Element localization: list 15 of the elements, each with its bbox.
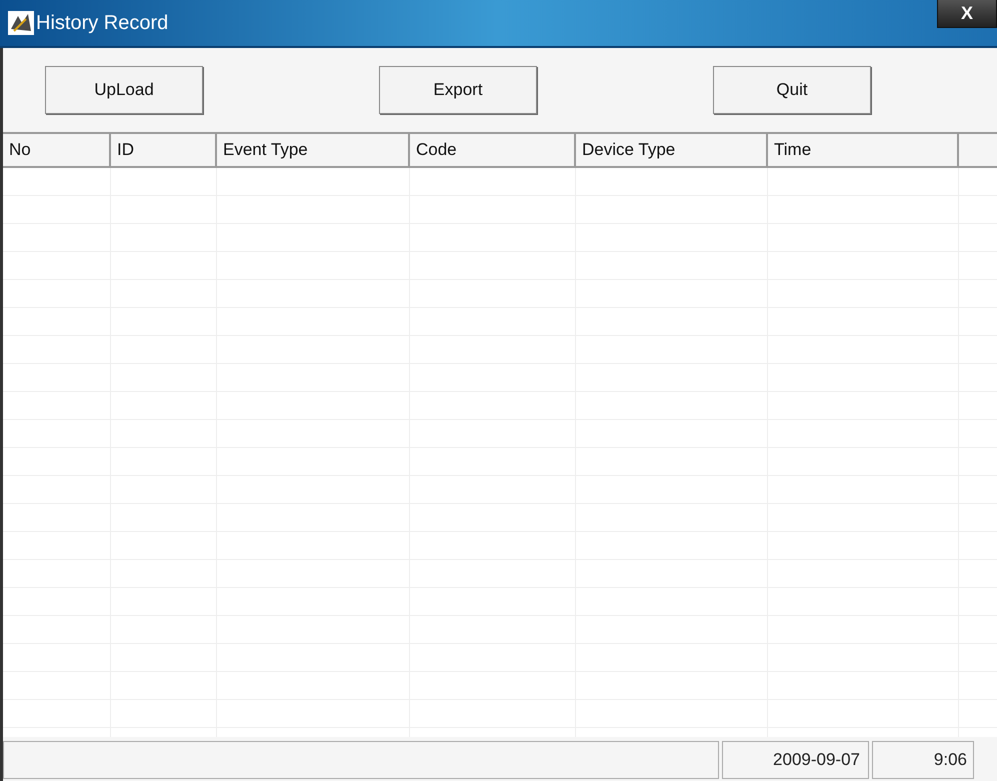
- column-header[interactable]: No: [3, 134, 111, 168]
- column-header[interactable]: Event Type: [217, 134, 410, 168]
- toolbar-button[interactable]: Export: [379, 66, 537, 114]
- window-title: History Record: [36, 11, 168, 36]
- column-header[interactable]: Code: [410, 134, 576, 168]
- app-icon: [8, 11, 34, 35]
- column-header[interactable]: Time: [768, 134, 959, 168]
- toolbar-button[interactable]: UpLoad: [45, 66, 203, 114]
- toolbar-button[interactable]: Quit: [713, 66, 871, 114]
- column-header[interactable]: [959, 134, 997, 168]
- column-header[interactable]: ID: [111, 134, 217, 168]
- status-date: 2009-09-07: [722, 741, 869, 779]
- status-time: 9:06: [872, 741, 974, 779]
- column-header[interactable]: Device Type: [576, 134, 768, 168]
- close-button[interactable]: X: [937, 0, 997, 28]
